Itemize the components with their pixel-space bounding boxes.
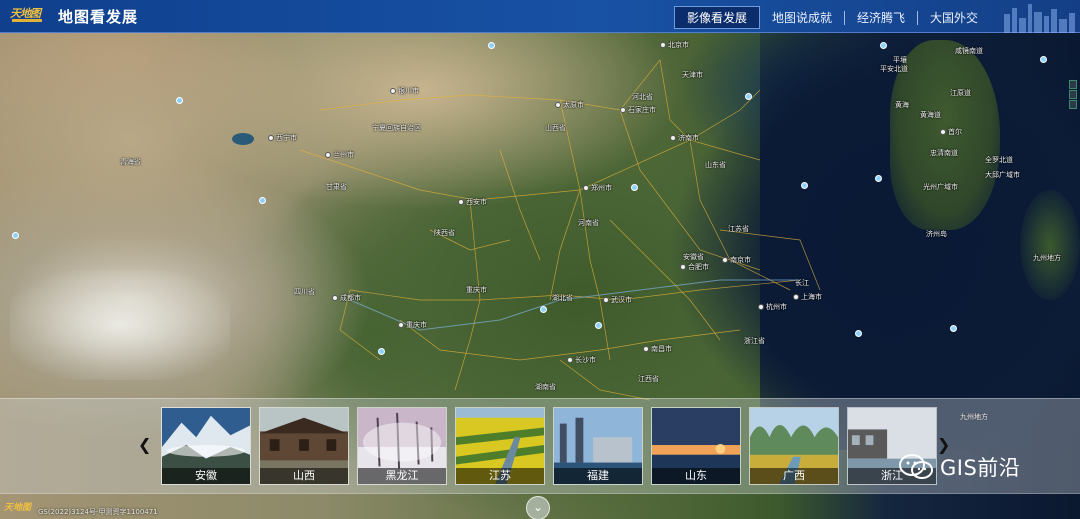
label-jeju: 济州岛 — [926, 230, 947, 238]
province-name: 黑龙江 — [358, 468, 446, 484]
label-tianjin[interactable]: 天津市 — [682, 70, 703, 80]
province-card[interactable]: 山东 — [651, 407, 741, 485]
label-hwanghae: 黄海道 — [920, 111, 941, 119]
map-copyright: GS(2022)3124号-甲测资字1100471 — [38, 508, 158, 516]
map-tool-button[interactable] — [1069, 90, 1077, 99]
map-marker[interactable] — [875, 175, 882, 182]
label-chengdu[interactable]: 成都市 — [332, 293, 361, 303]
label-yellow-sea: 黄海 — [895, 101, 909, 109]
label-nanjing[interactable]: 南京市 — [722, 255, 751, 265]
label-gwangju[interactable]: 光州广域市 — [923, 182, 958, 192]
label-jiangxi: 江西省 — [638, 375, 659, 383]
map-marker[interactable] — [540, 306, 547, 313]
map-marker[interactable] — [259, 197, 266, 204]
tianditu-logo[interactable]: 天地图 — [8, 4, 50, 28]
label-pyongan: 平安北道 — [880, 65, 908, 73]
map-marker[interactable] — [12, 232, 19, 239]
label-taiyuan[interactable]: 太原市 — [555, 100, 584, 110]
label-jinan[interactable]: 济南市 — [670, 133, 699, 143]
map-marker[interactable] — [1040, 56, 1047, 63]
province-card[interactable]: 广西 — [749, 407, 839, 485]
label-jeonbuk: 全罗北道 — [985, 156, 1013, 164]
province-name: 广西 — [750, 468, 838, 484]
map-marker[interactable] — [855, 330, 862, 337]
label-hubei: 湖北省 — [552, 294, 573, 302]
label-hangzhou[interactable]: 杭州市 — [758, 302, 787, 312]
nav-major-diplomacy[interactable]: 大国外交 — [918, 6, 990, 29]
label-nanchang[interactable]: 南昌市 — [643, 344, 672, 354]
label-qinghai: 青海省 — [120, 158, 141, 166]
province-name: 安徽 — [162, 468, 250, 484]
province-card[interactable]: 山西 — [259, 407, 349, 485]
top-header: 天地图 地图看发展 影像看发展 地图说成就 经济腾飞 大国外交 — [0, 0, 1080, 33]
chevron-down-icon[interactable]: ⌄ — [526, 496, 550, 519]
label-kyushu: 九州地方 — [1033, 254, 1061, 262]
app-title: 地图看发展 — [58, 8, 139, 26]
label-hunan: 湖南省 — [535, 383, 556, 391]
map-marker[interactable] — [378, 348, 385, 355]
map-side-toolbar — [1069, 80, 1077, 110]
label-chongqing: 重庆市 — [466, 286, 487, 294]
province-card[interactable]: 江苏 — [455, 407, 545, 485]
label-chungnam: 忠清南道 — [930, 149, 958, 157]
logo-underline — [12, 19, 42, 22]
label-gangwon: 江原道 — [950, 89, 971, 97]
chevron-left-icon[interactable]: ❮ — [138, 435, 151, 454]
map-marker[interactable] — [950, 325, 957, 332]
label-hebei: 河北省 — [632, 93, 653, 101]
nav-economic-takeoff[interactable]: 经济腾飞 — [845, 6, 917, 29]
province-card[interactable]: 安徽 — [161, 407, 251, 485]
map-marker[interactable] — [745, 93, 752, 100]
nav-imagery-development[interactable]: 影像看发展 — [673, 6, 760, 29]
map-marker[interactable] — [488, 42, 495, 49]
province-card[interactable]: 黑龙江 — [357, 407, 447, 485]
label-shandong: 山东省 — [705, 161, 726, 169]
label-shijiazhuang[interactable]: 石家庄市 — [620, 105, 656, 115]
map-marker[interactable] — [801, 182, 808, 189]
label-henan: 河南省 — [578, 219, 599, 227]
label-daegu[interactable]: 大邱广域市 — [985, 170, 1020, 180]
label-hamgyong: 咸镜南道 — [955, 47, 983, 55]
top-nav: 影像看发展 地图说成就 经济腾飞 大国外交 — [673, 6, 990, 29]
province-name: 山西 — [260, 468, 348, 484]
map-marker[interactable] — [176, 97, 183, 104]
label-ningxia: 宁夏回族自治区 — [372, 124, 421, 132]
label-zhengzhou[interactable]: 郑州市 — [583, 183, 612, 193]
city-skyline-decoration — [1004, 4, 1075, 33]
label-beijing[interactable]: 北京市 — [660, 40, 689, 50]
province-name: 江苏 — [456, 468, 544, 484]
label-shaanxi: 陕西省 — [434, 229, 455, 237]
map-marker[interactable] — [631, 184, 638, 191]
watermark-text: GIS前沿 — [940, 456, 1021, 480]
province-name: 福建 — [554, 468, 642, 484]
label-seoul[interactable]: 首尔 — [940, 127, 962, 137]
wechat-icon — [899, 454, 933, 479]
label-xian[interactable]: 西安市 — [458, 197, 487, 207]
label-shanghai[interactable]: 上海市 — [793, 292, 822, 302]
province-name: 山东 — [652, 468, 740, 484]
corner-logo: 天地图 — [4, 503, 32, 513]
label-yinchuan[interactable]: 银川市 — [390, 86, 419, 96]
label-lanzhou[interactable]: 兰州市 — [325, 150, 354, 160]
label-wuhan[interactable]: 武汉市 — [603, 295, 632, 305]
map-marker[interactable] — [880, 42, 887, 49]
label-anhui: 安徽省 — [683, 253, 704, 261]
wechat-watermark: GIS前沿 — [898, 452, 1020, 482]
label-xining[interactable]: 西宁市 — [268, 133, 297, 143]
map-tool-button[interactable] — [1069, 80, 1077, 89]
nav-map-achievements[interactable]: 地图说成就 — [760, 6, 844, 29]
label-chongqing2[interactable]: 重庆市 — [398, 320, 427, 330]
label-zhejiang: 浙江省 — [744, 337, 765, 345]
label-shanxi: 山西省 — [545, 124, 566, 132]
province-card[interactable]: 福建 — [553, 407, 643, 485]
label-changsha[interactable]: 长沙市 — [567, 355, 596, 365]
label-sichuan: 四川省 — [294, 288, 315, 296]
label-yangtze: 长江 — [795, 279, 809, 287]
label-hefei[interactable]: 合肥市 — [680, 262, 709, 272]
label-gansu: 甘肃省 — [326, 183, 347, 191]
map-tool-button[interactable] — [1069, 100, 1077, 109]
map-marker[interactable] — [595, 322, 602, 329]
label-jiangsu: 江苏省 — [728, 225, 749, 233]
